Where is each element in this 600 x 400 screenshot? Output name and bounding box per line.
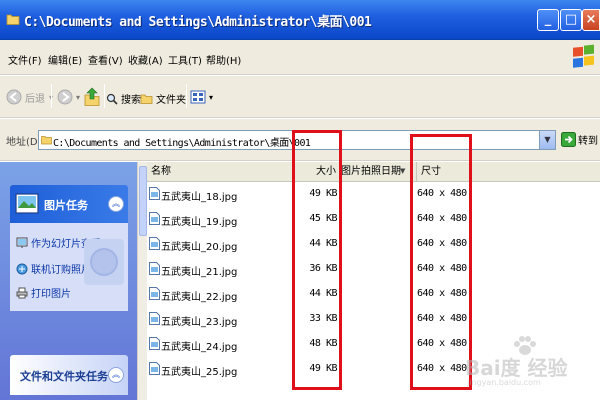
print-pictures-label: 打印图片: [31, 289, 71, 300]
column-date-taken[interactable]: 图片拍照日期: [341, 162, 417, 182]
watermark-url: jingyan.baidu.com: [467, 378, 541, 387]
search-icon: [106, 93, 118, 105]
file-name: 五武夷山_22.jpg: [161, 292, 238, 303]
back-arrow-icon: [6, 89, 22, 105]
table-row[interactable]: 五武夷山_20.jpg 44 KB 640 x 480: [147, 233, 600, 257]
scrollbar-thumb[interactable]: [139, 166, 147, 236]
slideshow-icon: [16, 237, 28, 248]
table-row[interactable]: 五武夷山_21.jpg 36 KB 640 x 480: [147, 258, 600, 282]
toolbar-separator: [51, 84, 52, 108]
toolbar-separator: [104, 84, 105, 108]
folders-button[interactable]: 文件夹: [140, 91, 186, 106]
sort-arrow-icon: ▼: [400, 167, 406, 175]
close-button[interactable]: ×: [582, 9, 600, 31]
collapse-chevron-icon[interactable]: ︽: [108, 196, 124, 212]
collapse-chevron-icon[interactable]: ︽: [108, 367, 124, 383]
address-value: C:\Documents and Settings\Administrator\…: [53, 138, 311, 149]
file-name: 五武夷山_24.jpg: [161, 342, 238, 353]
address-dropdown-button[interactable]: ▼: [539, 131, 555, 149]
task-pane: 图片任务 ︽ 作为幻灯片查看 联机订购照片 打印图片 文件和文件夹任务 ︽: [0, 162, 138, 400]
up-folder-icon: [84, 87, 100, 106]
toolbar-separator: [186, 84, 187, 108]
size-highlight-box: [292, 130, 342, 390]
title-bar: C:\Documents and Settings\Administrator\…: [0, 0, 600, 40]
jpg-file-icon: [149, 262, 160, 275]
views-button[interactable]: ▾: [190, 90, 213, 104]
watermark: Bai度 经验 jingyan.baidu.com: [465, 330, 597, 392]
go-label: 转到: [578, 136, 598, 147]
column-header: 名称 大小 图片拍照日期 尺寸: [147, 162, 600, 182]
picture-tasks-title: 图片任务: [44, 199, 88, 212]
views-icon: [190, 90, 206, 104]
jpg-file-icon: [149, 312, 160, 325]
folders-label: 文件夹: [156, 95, 186, 106]
table-row[interactable]: 五武夷山_22.jpg 44 KB 640 x 480: [147, 283, 600, 307]
picture-tasks-icon: [15, 193, 39, 214]
jpg-file-icon: [149, 212, 160, 225]
file-name: 五武夷山_23.jpg: [161, 317, 238, 328]
file-name: 五武夷山_19.jpg: [161, 217, 238, 228]
order-prints-icon: [16, 263, 28, 274]
menu-edit[interactable]: 编辑(E): [48, 52, 82, 67]
file-folder-tasks-title: 文件和文件夹任务: [20, 370, 108, 383]
windows-logo-icon: [573, 44, 594, 68]
decorative-camera-icon: [84, 239, 124, 285]
up-folder-button[interactable]: [84, 87, 103, 107]
table-row[interactable]: 五武夷山_23.jpg 33 KB 640 x 480: [147, 308, 600, 332]
file-name: 五武夷山_20.jpg: [161, 242, 238, 253]
picture-tasks-header[interactable]: 图片任务 ︽: [10, 185, 128, 223]
table-row[interactable]: 五武夷山_18.jpg 49 KB 640 x 480: [147, 183, 600, 207]
print-pictures-link[interactable]: 打印图片: [16, 285, 71, 300]
menu-tools[interactable]: 工具(T): [168, 52, 202, 67]
menu-help[interactable]: 帮助(H): [206, 52, 241, 67]
file-name: 五武夷山_18.jpg: [161, 192, 238, 203]
back-button[interactable]: 后退 ▾: [6, 89, 53, 105]
menu-favorites[interactable]: 收藏(A): [128, 52, 163, 67]
column-name[interactable]: 名称: [147, 162, 293, 182]
menu-bar: 文件(F) 编辑(E) 查看(V) 收藏(A) 工具(T) 帮助(H): [0, 40, 600, 75]
jpg-file-icon: [149, 287, 160, 300]
file-folder-tasks-header[interactable]: 文件和文件夹任务 ︽: [10, 355, 128, 395]
address-label: 地址(D): [6, 137, 42, 148]
maximize-button[interactable]: □: [560, 9, 582, 31]
views-dropdown-icon: ▾: [209, 92, 214, 102]
go-arrow-icon: [561, 132, 576, 147]
jpg-file-icon: [149, 337, 160, 350]
menu-view[interactable]: 查看(V): [88, 52, 123, 67]
task-pane-scrollbar[interactable]: [137, 162, 147, 400]
minimize-button[interactable]: _: [537, 9, 559, 31]
jpg-file-icon: [149, 362, 160, 375]
jpg-file-icon: [149, 187, 160, 200]
forward-dropdown-icon: ▾: [76, 92, 81, 102]
folder-icon: [41, 136, 52, 145]
jpg-file-icon: [149, 237, 160, 250]
toolbar: 后退 ▾ ▾ 搜索 文件夹: [0, 76, 600, 118]
search-button[interactable]: 搜索: [106, 91, 141, 106]
menu-file[interactable]: 文件(F): [8, 52, 42, 67]
folders-icon: [140, 94, 153, 104]
window-title: C:\Documents and Settings\Administrator\…: [24, 15, 372, 30]
search-label: 搜索: [121, 95, 141, 106]
watermark-text: Bai度 经验: [465, 356, 568, 380]
folder-icon: [6, 14, 20, 25]
dimensions-highlight-box: [410, 134, 472, 390]
back-label: 后退: [25, 93, 45, 105]
forward-arrow-icon: [57, 89, 73, 105]
table-row[interactable]: 五武夷山_19.jpg 45 KB 640 x 480: [147, 208, 600, 232]
file-name: 五武夷山_25.jpg: [161, 367, 238, 378]
forward-button[interactable]: ▾: [57, 89, 80, 105]
picture-tasks-body: 作为幻灯片查看 联机订购照片 打印图片: [10, 223, 128, 311]
go-button[interactable]: 转到: [561, 132, 598, 147]
printer-icon: [16, 287, 28, 298]
file-name: 五武夷山_21.jpg: [161, 267, 238, 278]
